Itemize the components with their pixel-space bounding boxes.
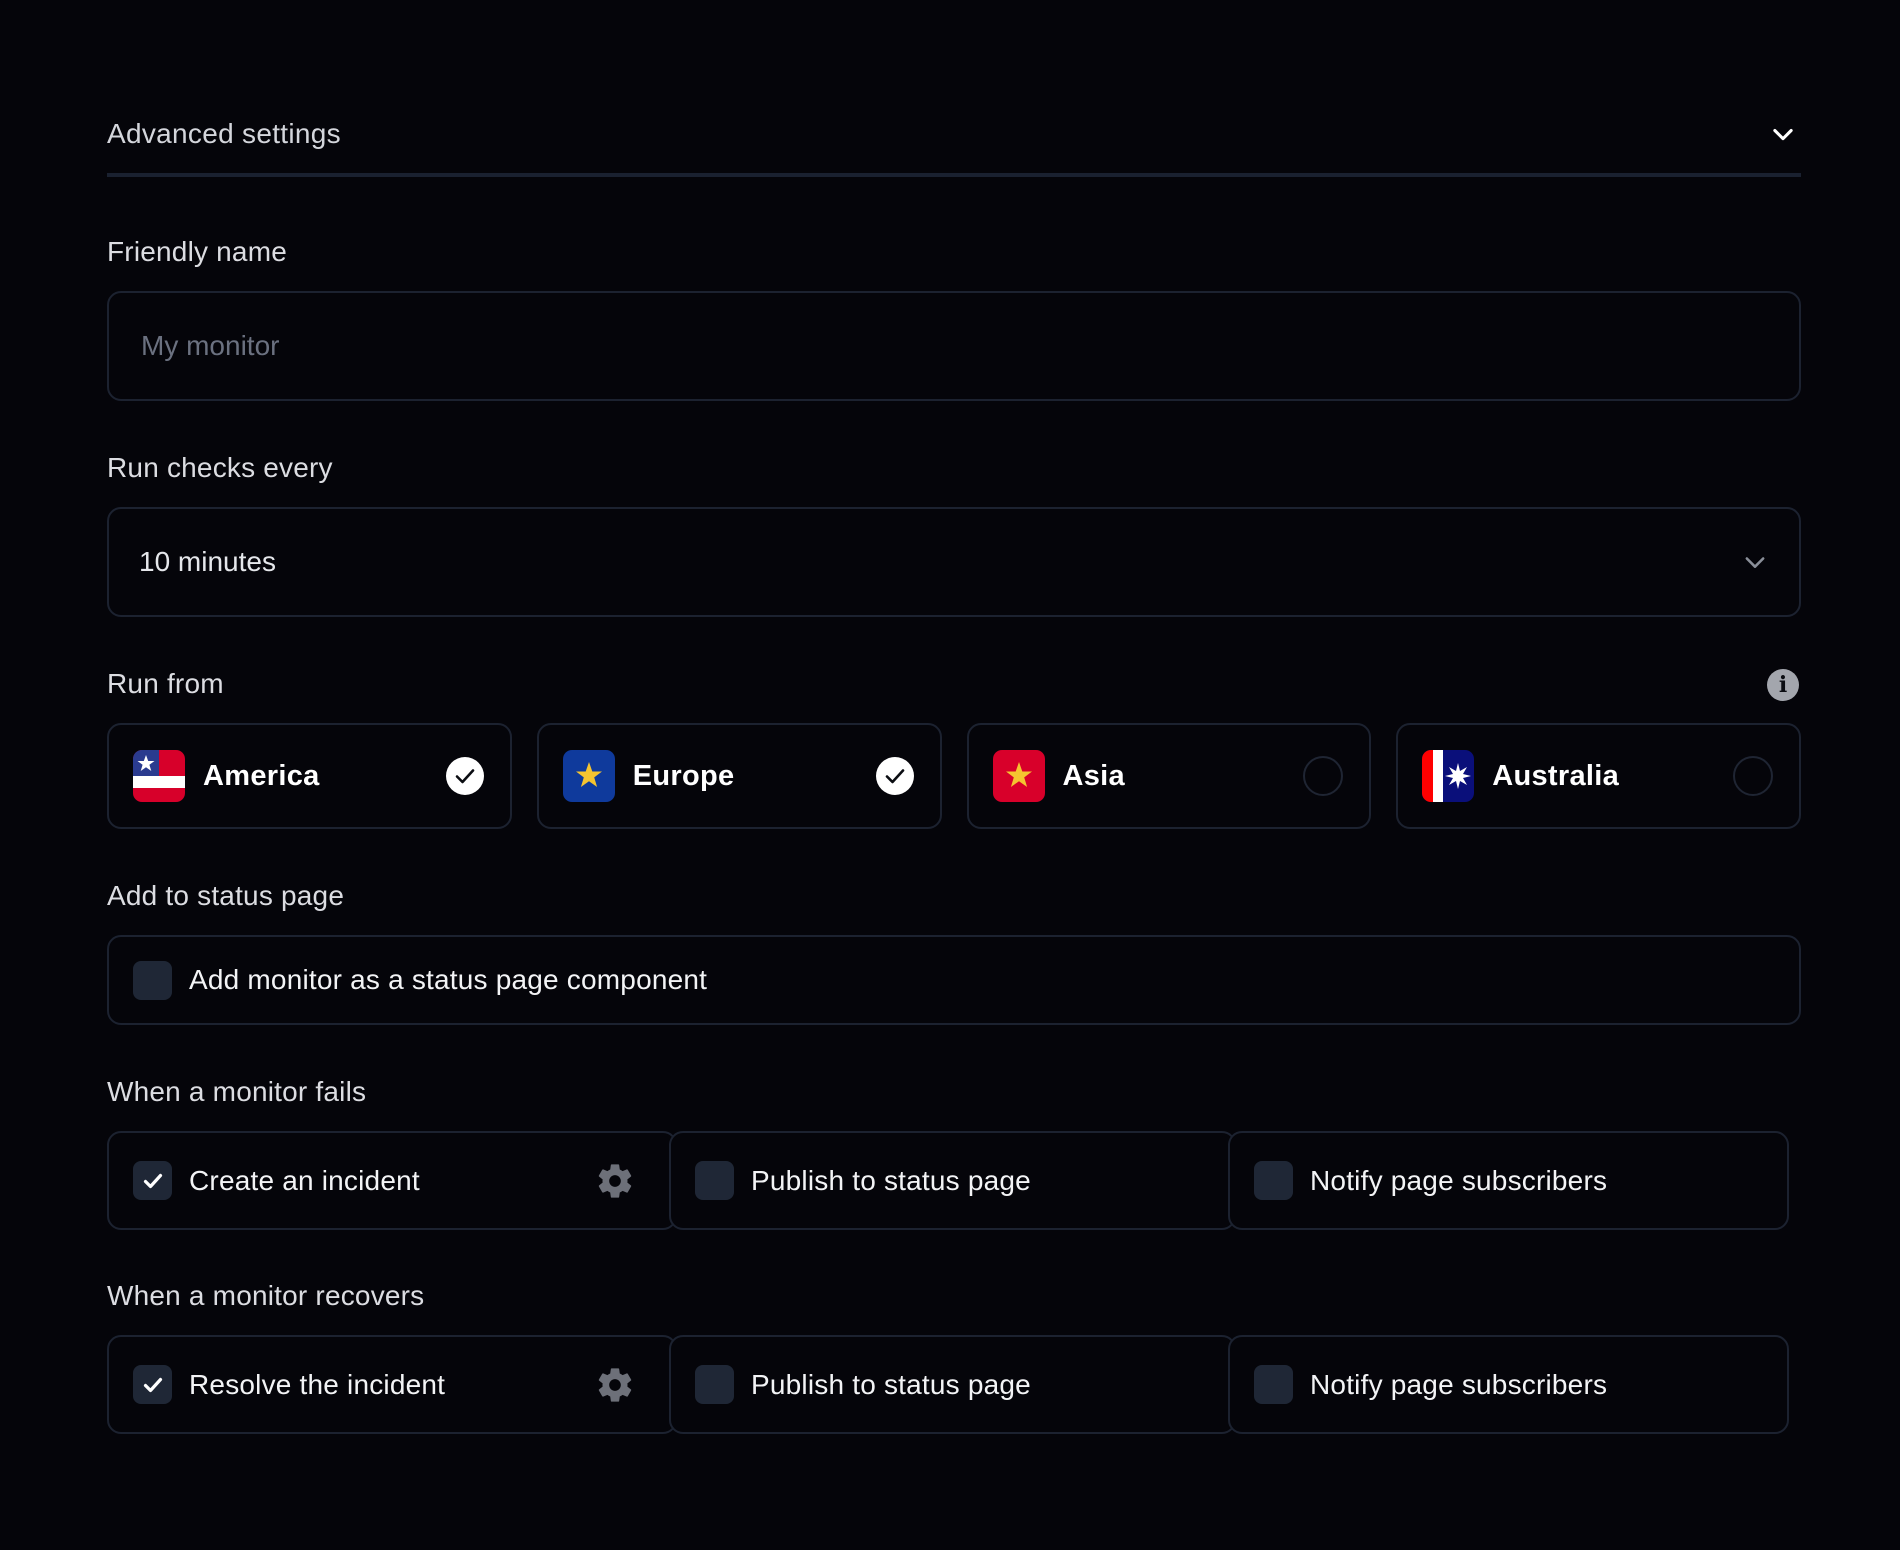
region-america[interactable]: America [107,723,512,829]
unselected-radio-icon [1733,756,1773,796]
region-name: Asia [1062,759,1125,792]
europe-flag-icon [562,750,615,802]
notify-subscribers-checkbox[interactable] [1254,1365,1293,1404]
run-from-label: Run from [107,668,224,699]
on-fail-label: When a monitor fails [107,1076,367,1107]
section-title: Advanced settings [107,118,341,149]
option-label: Notify page subscribers [1310,1164,1608,1196]
gear-icon[interactable] [595,1161,635,1201]
notify-subscribers-option[interactable]: Notify page subscribers [1228,1335,1789,1434]
gear-icon[interactable] [595,1365,635,1405]
status-page-label: Add to status page [107,880,345,911]
create-incident-option[interactable]: Create an incident [107,1131,677,1230]
option-label: Create an incident [189,1164,420,1196]
friendly-name-field[interactable] [107,291,1801,401]
status-page-option[interactable]: Add monitor as a status page component [107,935,1801,1025]
advanced-settings-toggle[interactable]: Advanced settings [107,108,1801,176]
publish-status-page-checkbox[interactable] [695,1161,734,1200]
status-page-option-label: Add monitor as a status page component [189,964,708,995]
notify-subscribers-checkbox[interactable] [1254,1161,1293,1200]
resolve-incident-checkbox[interactable] [133,1365,172,1404]
australia-flag-icon [1422,750,1475,802]
on-recover-options: Resolve the incident Publish to status p… [107,1335,1801,1434]
region-name: Europe [632,759,735,792]
run-checks-label: Run checks every [107,452,333,483]
create-incident-checkbox[interactable] [133,1161,172,1200]
on-recover-label: When a monitor recovers [107,1280,425,1311]
region-name: America [203,759,320,792]
chevron-down-icon[interactable] [1769,120,1797,148]
option-label: Publish to status page [751,1368,1031,1400]
info-icon[interactable]: i [1767,669,1799,701]
region-australia[interactable]: Australia [1396,723,1801,829]
option-label: Notify page subscribers [1310,1368,1608,1400]
region-asia[interactable]: Asia [966,723,1372,829]
publish-status-page-option[interactable]: Publish to status page [669,1131,1236,1230]
status-page-checkbox[interactable] [133,960,172,1000]
check-icon [143,1173,162,1188]
selected-check-icon [875,757,914,795]
notify-subscribers-option[interactable]: Notify page subscribers [1228,1131,1789,1230]
publish-status-page-option[interactable]: Publish to status page [669,1335,1236,1434]
unselected-radio-icon [1303,756,1344,796]
region-name: Australia [1492,759,1620,792]
region-list: America Europe Asia Australia [107,723,1801,829]
run-checks-select[interactable]: 10 minutes [107,507,1801,617]
option-label: Publish to status page [751,1164,1031,1196]
resolve-incident-option[interactable]: Resolve the incident [107,1335,677,1434]
region-europe[interactable]: Europe [536,723,942,829]
asia-flag-icon [992,750,1045,802]
run-checks-value: 10 minutes [139,546,276,577]
chevron-down-icon [1745,557,1765,568]
friendly-name-label: Friendly name [107,236,288,267]
option-label: Resolve the incident [189,1368,446,1400]
publish-status-page-checkbox[interactable] [695,1365,734,1404]
america-flag-icon [133,750,185,802]
selected-check-icon [445,757,484,795]
header-divider [107,173,1801,177]
check-icon [143,1377,162,1392]
friendly-name-input[interactable] [109,329,1799,363]
on-fail-options: Create an incident Publish to status pag… [107,1131,1801,1230]
